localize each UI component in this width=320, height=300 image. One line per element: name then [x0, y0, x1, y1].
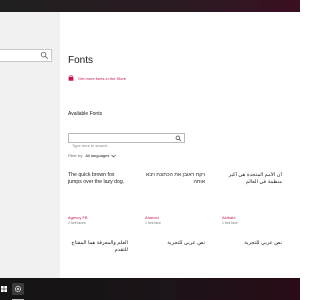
store-link[interactable]: Get more fonts in the Store	[68, 73, 126, 83]
language-filter[interactable]: Filter by: All languages	[68, 153, 117, 158]
font-card[interactable]: العلم والمعرفة هما المفتاح للتقدم	[68, 240, 128, 278]
taskbar	[0, 278, 300, 300]
sidebar-search-box[interactable]	[0, 49, 52, 62]
store-bag-icon	[68, 75, 74, 81]
windows-icon	[1, 286, 7, 292]
store-link-label: Get more fonts in the Store	[78, 75, 127, 81]
font-search-input[interactable]	[69, 141, 172, 150]
fonts-settings-page: Fonts Get more fonts in the Store Availa…	[60, 12, 300, 278]
font-sample: The quick brown fox jumps over the lazy …	[68, 172, 125, 185]
title-bar	[0, 0, 300, 12]
font-sample: العلم والمعرفة هما المفتاح للتقدم	[71, 240, 128, 253]
font-name: Aldhabi	[222, 215, 236, 220]
font-name: Aharoni	[145, 215, 159, 220]
font-card[interactable]: The quick brown fox jumps over the lazy …	[68, 172, 128, 242]
font-sample: ויקח ראובן את הכתונת ויבא אותה	[145, 172, 205, 185]
search-icon[interactable]	[175, 135, 182, 142]
font-card[interactable]: ויקח ראובן את הכתונת ויבא אותה Aharoni 1…	[145, 172, 205, 242]
font-face-count: 1 font face	[145, 221, 161, 225]
font-name: Agency FB	[68, 215, 88, 220]
filter-label: Filter by:	[68, 153, 84, 158]
start-button[interactable]	[0, 278, 8, 300]
font-sample: نص عربي للتجربة	[167, 240, 205, 246]
font-card[interactable]: نص عربي للتجربة	[145, 240, 205, 278]
font-face-count: 1 font face	[222, 221, 238, 225]
font-card[interactable]	[292, 172, 300, 242]
chevron-down-icon[interactable]	[111, 154, 117, 158]
font-search-box[interactable]	[68, 133, 185, 150]
sidebar	[0, 12, 60, 278]
font-face-count: 2 font faces	[68, 221, 86, 225]
filter-value[interactable]: All languages	[85, 153, 109, 158]
font-card[interactable]: أن الأمم المتحدة هي أكبر منظمة في العالم…	[222, 172, 282, 242]
font-sample: أن الأمم المتحدة هي أكبر منظمة في العالم	[228, 172, 282, 185]
search-icon[interactable]	[40, 51, 49, 60]
available-fonts-heading: Available Fonts	[68, 111, 103, 117]
font-card[interactable]	[292, 240, 300, 278]
settings-gear-icon	[14, 285, 22, 293]
font-sample: نص عربي للتجربة	[244, 240, 282, 246]
font-card[interactable]: نص عربي للتجربة	[222, 240, 282, 278]
page-title: Fonts	[68, 55, 94, 66]
taskbar-settings-app[interactable]	[12, 283, 24, 300]
